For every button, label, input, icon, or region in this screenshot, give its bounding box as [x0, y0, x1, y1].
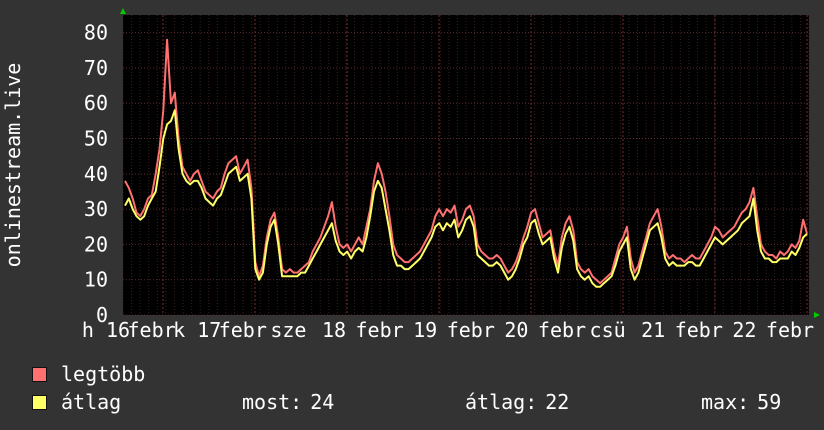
x-tick-label: febr	[538, 318, 586, 340]
x-tick-label: febr	[356, 318, 404, 340]
x-tick-label: h 16	[82, 318, 130, 340]
legend-max-label: legtöbb	[61, 362, 146, 386]
y-tick-label: 40	[84, 162, 108, 186]
legend-avg: átlag	[32, 390, 122, 414]
y-tick-label: 20	[84, 232, 108, 256]
legend-avg-label: átlag	[61, 390, 122, 414]
y-tick-label: 30	[84, 197, 108, 221]
stat-max-label: max:	[701, 390, 750, 414]
x-tick-label: 19	[413, 318, 437, 340]
line-chart: 01020304050607080 h 16febrk 17febr sze 18 f…	[1, 8, 820, 340]
chart-widget: 0 10 20 30 40 50 60 70 80 h 16 febr k 17 febr sze 18 f…	[0, 0, 824, 430]
x-axis-arrow	[814, 312, 820, 318]
y-tick-label: 80	[84, 21, 108, 45]
y-axis-label: onlinestream.live	[1, 63, 25, 268]
x-tick-label: csü	[590, 318, 626, 340]
x-tick-label: febr	[128, 318, 176, 340]
x-tick-label: 18	[322, 318, 346, 340]
x-tick-label: febr	[219, 318, 267, 340]
stat-now-label: most:	[242, 390, 303, 414]
stat-avg-label: átlag:	[465, 390, 538, 414]
y-tick-label: 50	[84, 127, 108, 151]
stat-avg: átlag: 22	[465, 390, 569, 414]
legend-avg-swatch	[32, 394, 47, 410]
x-axis-ticks: h 16febrk 17febr sze 18 febr 19 febr 20 febr csü…	[82, 318, 814, 340]
y-tick-label: 70	[84, 56, 108, 80]
x-tick-label: sze	[270, 318, 306, 340]
x-tick-label: febr	[447, 318, 495, 340]
stat-max-value: 59	[757, 390, 782, 414]
y-axis-ticks: 01020304050607080	[84, 21, 108, 327]
legend-max: legtöbb	[32, 362, 146, 386]
stat-now-value: 24	[310, 390, 335, 414]
grid-lines	[122, 15, 810, 316]
legend-max-swatch	[32, 366, 47, 382]
y-tick-label: 10	[84, 268, 108, 292]
x-tick-label: febr	[675, 318, 723, 340]
x-tick-label: 22	[732, 318, 756, 340]
x-tick-label: febr	[766, 318, 814, 340]
stat-now: most: 24	[242, 390, 334, 414]
stat-avg-value: 22	[545, 390, 570, 414]
x-tick-label: 20	[504, 318, 528, 340]
x-tick-label: 21	[641, 318, 665, 340]
stat-max: max: 59	[701, 390, 781, 414]
x-tick-label: k 17	[173, 318, 221, 340]
y-tick-label: 60	[84, 91, 108, 115]
y-axis-arrow	[120, 8, 126, 14]
